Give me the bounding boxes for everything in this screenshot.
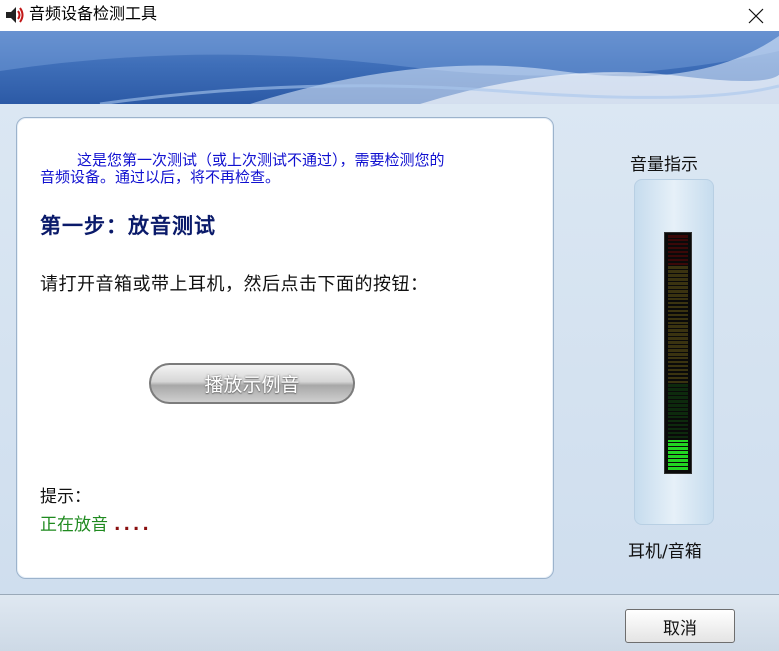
- meter-segment: [668, 388, 688, 391]
- meter-segment: [668, 333, 688, 336]
- close-button[interactable]: [733, 0, 779, 31]
- meter-segment: [668, 376, 688, 380]
- meter-segment: [668, 345, 688, 348]
- volume-meter-title: 音量指示: [630, 155, 698, 175]
- meter-segment: [668, 400, 688, 403]
- meter-segment: [668, 329, 688, 332]
- meter-segment: [668, 341, 688, 344]
- meter-segment: [668, 274, 688, 277]
- title-bar: 音频设备检测工具: [0, 0, 779, 31]
- intro-line-1: 这是您第一次测试（或上次测试不通过），需要检测您的: [77, 151, 445, 169]
- meter-segment: [668, 408, 688, 411]
- meter-segment: [668, 353, 688, 356]
- volume-meter-bar: [664, 232, 692, 474]
- meter-segment: [668, 321, 688, 325]
- meter-segment: [668, 309, 688, 313]
- meter-segment: [668, 246, 688, 250]
- close-icon: [748, 8, 764, 24]
- meter-segment: [668, 313, 688, 317]
- meter-segment: [668, 423, 688, 427]
- meter-segment: [668, 282, 688, 285]
- status-text: 正在放音....: [40, 510, 152, 535]
- meter-segment: [668, 380, 688, 384]
- meter-segment: [668, 372, 688, 376]
- header-banner: [0, 31, 779, 104]
- instruction-text: 请打开音箱或带上耳机，然后点击下面的按钮：: [40, 274, 429, 295]
- meter-segment: [668, 235, 688, 238]
- meter-segment: [668, 325, 688, 328]
- meter-segment: [668, 262, 688, 266]
- status-dots: ....: [114, 515, 152, 535]
- play-sample-button[interactable]: 播放示例音: [149, 363, 355, 404]
- speaker-app-icon: [4, 5, 26, 25]
- meter-segment: [668, 270, 688, 273]
- meter-segment: [668, 286, 688, 289]
- meter-segment: [668, 384, 688, 387]
- meter-segment: [668, 238, 688, 242]
- meter-segment: [668, 412, 688, 415]
- meter-segment: [668, 297, 688, 301]
- intro-line-2: 音频设备。通过以后，将不再检查。: [40, 168, 281, 186]
- meter-segment: [668, 443, 688, 446]
- output-device-label: 耳机/音箱: [628, 542, 702, 562]
- step-title: 第一步：放音测试: [40, 213, 216, 238]
- intro-text: 这是您第一次测试（或上次测试不通过），需要检测您的 音频设备。通过以后，将不再检…: [40, 152, 540, 186]
- meter-segment: [668, 317, 688, 321]
- meter-segment: [668, 250, 688, 254]
- meter-segment: [668, 254, 688, 258]
- meter-segment: [668, 337, 688, 340]
- hint-label: 提示：: [40, 487, 91, 507]
- meter-segment: [668, 368, 688, 372]
- meter-segment: [668, 242, 688, 246]
- meter-segment: [668, 455, 688, 458]
- meter-segment: [668, 447, 688, 450]
- meter-segment: [668, 294, 688, 297]
- meter-segment: [668, 451, 688, 454]
- meter-segment: [668, 463, 688, 466]
- meter-segment: [668, 305, 688, 309]
- meter-segment: [668, 459, 688, 462]
- meter-segment: [668, 435, 688, 439]
- meter-segment: [668, 415, 688, 419]
- meter-segment: [668, 392, 688, 395]
- meter-segment: [668, 290, 688, 293]
- meter-segment: [668, 349, 688, 352]
- meter-segment: [668, 356, 688, 360]
- meter-segment: [668, 404, 688, 407]
- meter-segment: [668, 431, 688, 435]
- window-title: 音频设备检测工具: [29, 4, 158, 23]
- meter-segment: [668, 258, 688, 262]
- meter-segment: [668, 467, 688, 470]
- meter-segment: [668, 266, 688, 269]
- meter-segment: [668, 301, 688, 305]
- meter-segment: [668, 427, 688, 431]
- meter-segment: [668, 419, 688, 423]
- meter-segment: [668, 396, 688, 399]
- meter-segment: [668, 360, 688, 364]
- status-message: 正在放音: [40, 515, 108, 535]
- cancel-button[interactable]: 取消: [625, 609, 735, 643]
- meter-segment: [668, 278, 688, 281]
- meter-segment: [668, 439, 688, 443]
- meter-segment: [668, 364, 688, 368]
